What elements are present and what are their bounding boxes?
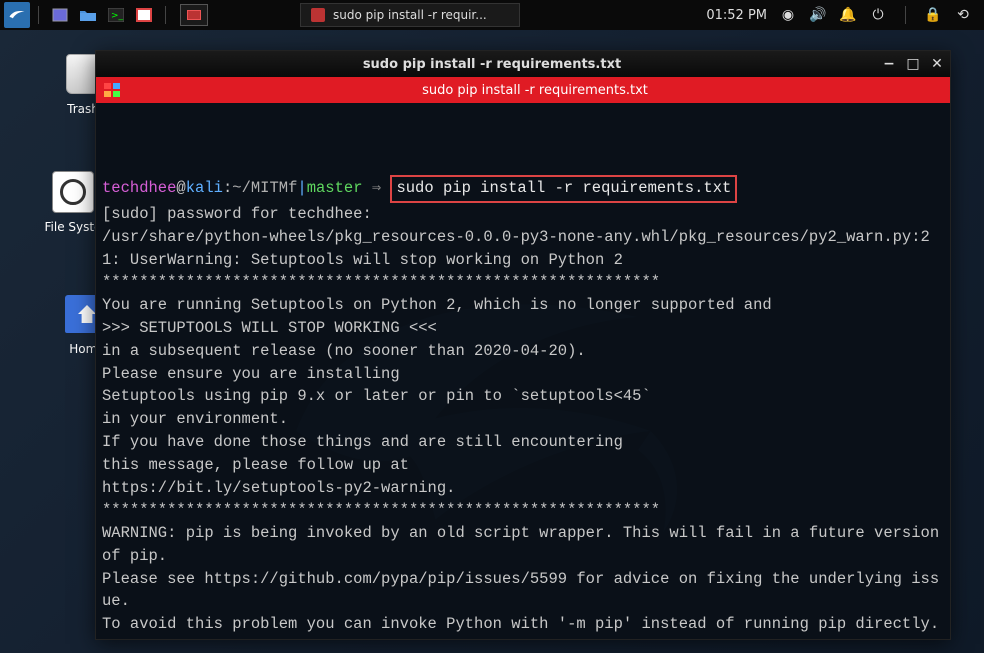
window-titlebar[interactable]: sudo pip install -r requirements.txt − □… bbox=[96, 51, 950, 77]
terminal-body[interactable]: techdhee@kali:~/MITMf|master ⇒ sudo pip … bbox=[96, 103, 950, 639]
terminal-window: sudo pip install -r requirements.txt − □… bbox=[95, 50, 951, 640]
lock-icon[interactable]: 🔒 bbox=[924, 7, 942, 23]
camera-icon[interactable]: ◉ bbox=[779, 7, 797, 23]
terminal-output: [sudo] password for techdhee: /usr/share… bbox=[102, 205, 948, 633]
svg-text:>_: >_ bbox=[111, 11, 124, 21]
maximize-button[interactable]: □ bbox=[906, 57, 920, 71]
terminal-taskbar-icon bbox=[311, 8, 325, 22]
top-panel: >_ sudo pip install -r requir... 01:52 P… bbox=[0, 0, 984, 30]
prompt-host: kali bbox=[186, 179, 223, 197]
volume-icon[interactable]: 🔊 bbox=[809, 7, 827, 23]
files-icon[interactable] bbox=[75, 2, 101, 28]
taskbar-label: sudo pip install -r requir... bbox=[333, 8, 487, 22]
filesystem-icon bbox=[52, 171, 94, 213]
prompt-at: @ bbox=[176, 179, 185, 197]
kali-menu-icon[interactable] bbox=[4, 2, 30, 28]
window-list-icon[interactable] bbox=[47, 2, 73, 28]
panel-separator bbox=[38, 6, 39, 24]
prompt-branch: master bbox=[307, 179, 363, 197]
power-icon[interactable]: ⏻ bbox=[869, 7, 887, 23]
system-tray: 01:52 PM ◉ 🔊 🔔 ⏻ 🔒 ⟲ bbox=[706, 6, 980, 24]
prompt-sep: | bbox=[297, 179, 306, 197]
notifications-icon[interactable]: 🔔 bbox=[839, 7, 857, 23]
terminal-content: techdhee@kali:~/MITMf|master ⇒ sudo pip … bbox=[102, 175, 942, 636]
workspace-switcher[interactable] bbox=[180, 4, 208, 26]
app-launcher-icon[interactable] bbox=[131, 2, 157, 28]
prompt-user: techdhee bbox=[102, 179, 176, 197]
window-controls: − □ ✕ bbox=[882, 57, 944, 71]
prompt-colon: : bbox=[223, 179, 232, 197]
window-title: sudo pip install -r requirements.txt bbox=[363, 57, 621, 72]
taskbar-window-button[interactable]: sudo pip install -r requir... bbox=[300, 3, 520, 27]
logout-icon[interactable]: ⟲ bbox=[954, 7, 972, 23]
clock[interactable]: 01:52 PM bbox=[706, 8, 767, 23]
tab-terminal-icon bbox=[104, 83, 120, 97]
tab-title[interactable]: sudo pip install -r requirements.txt bbox=[422, 83, 648, 98]
command-highlight: sudo pip install -r requirements.txt bbox=[390, 175, 737, 203]
prompt-path: ~/MITMf bbox=[232, 179, 297, 197]
prompt-arrow: ⇒ bbox=[363, 179, 391, 197]
close-button[interactable]: ✕ bbox=[930, 57, 944, 71]
panel-launchers: >_ sudo pip install -r requir... bbox=[4, 2, 520, 28]
minimize-button[interactable]: − bbox=[882, 57, 896, 71]
panel-separator bbox=[165, 6, 166, 24]
panel-separator bbox=[905, 6, 906, 24]
command-text: sudo pip install -r requirements.txt bbox=[396, 179, 731, 197]
terminal-tabbar: sudo pip install -r requirements.txt bbox=[96, 77, 950, 103]
terminal-launcher-icon[interactable]: >_ bbox=[103, 2, 129, 28]
